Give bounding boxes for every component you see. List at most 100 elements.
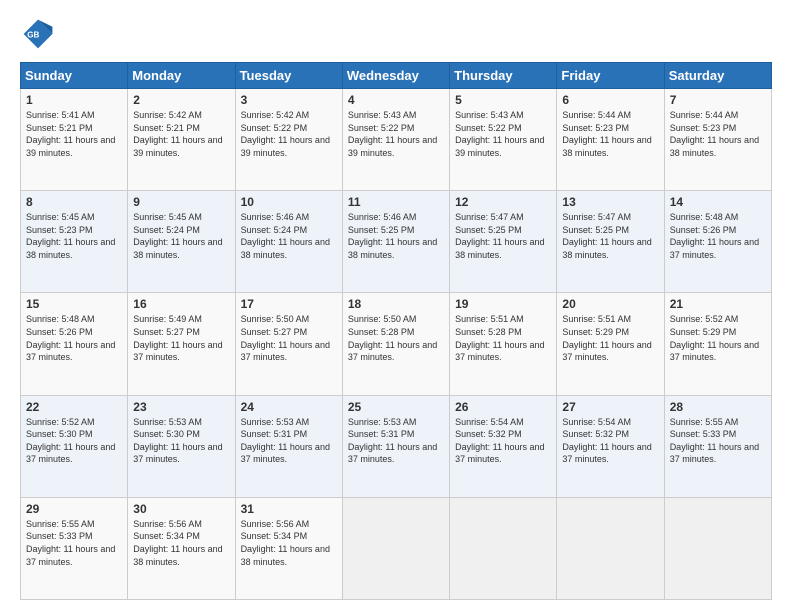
day-info: Sunrise: 5:54 AMSunset: 5:32 PMDaylight:…	[455, 417, 544, 465]
calendar-cell: 27 Sunrise: 5:54 AMSunset: 5:32 PMDayligh…	[557, 395, 664, 497]
calendar-cell: 8 Sunrise: 5:45 AMSunset: 5:23 PMDaylight…	[21, 191, 128, 293]
calendar-cell: 9 Sunrise: 5:45 AMSunset: 5:24 PMDaylight…	[128, 191, 235, 293]
day-number: 3	[241, 93, 337, 107]
day-info: Sunrise: 5:41 AMSunset: 5:21 PMDaylight:…	[26, 110, 115, 158]
day-number: 19	[455, 297, 551, 311]
logo-icon: GB	[20, 16, 56, 52]
day-number: 30	[133, 502, 229, 516]
day-number: 29	[26, 502, 122, 516]
day-info: Sunrise: 5:56 AMSunset: 5:34 PMDaylight:…	[241, 519, 330, 567]
calendar-week-row: 8 Sunrise: 5:45 AMSunset: 5:23 PMDaylight…	[21, 191, 772, 293]
day-number: 14	[670, 195, 766, 209]
calendar-header-wednesday: Wednesday	[342, 63, 449, 89]
day-number: 25	[348, 400, 444, 414]
calendar-cell: 4 Sunrise: 5:43 AMSunset: 5:22 PMDaylight…	[342, 89, 449, 191]
day-info: Sunrise: 5:51 AMSunset: 5:28 PMDaylight:…	[455, 314, 544, 362]
day-number: 27	[562, 400, 658, 414]
day-number: 21	[670, 297, 766, 311]
day-info: Sunrise: 5:42 AMSunset: 5:21 PMDaylight:…	[133, 110, 222, 158]
calendar-header-sunday: Sunday	[21, 63, 128, 89]
calendar-header-saturday: Saturday	[664, 63, 771, 89]
calendar-cell: 31 Sunrise: 5:56 AMSunset: 5:34 PMDayligh…	[235, 497, 342, 599]
day-info: Sunrise: 5:42 AMSunset: 5:22 PMDaylight:…	[241, 110, 330, 158]
day-info: Sunrise: 5:56 AMSunset: 5:34 PMDaylight:…	[133, 519, 222, 567]
calendar-cell	[557, 497, 664, 599]
day-info: Sunrise: 5:43 AMSunset: 5:22 PMDaylight:…	[455, 110, 544, 158]
day-number: 28	[670, 400, 766, 414]
day-info: Sunrise: 5:46 AMSunset: 5:24 PMDaylight:…	[241, 212, 330, 260]
calendar-cell: 29 Sunrise: 5:55 AMSunset: 5:33 PMDayligh…	[21, 497, 128, 599]
day-info: Sunrise: 5:45 AMSunset: 5:23 PMDaylight:…	[26, 212, 115, 260]
calendar-cell: 14 Sunrise: 5:48 AMSunset: 5:26 PMDayligh…	[664, 191, 771, 293]
day-info: Sunrise: 5:55 AMSunset: 5:33 PMDaylight:…	[670, 417, 759, 465]
day-info: Sunrise: 5:50 AMSunset: 5:27 PMDaylight:…	[241, 314, 330, 362]
calendar-week-row: 29 Sunrise: 5:55 AMSunset: 5:33 PMDayligh…	[21, 497, 772, 599]
day-number: 17	[241, 297, 337, 311]
calendar-cell: 28 Sunrise: 5:55 AMSunset: 5:33 PMDayligh…	[664, 395, 771, 497]
day-number: 22	[26, 400, 122, 414]
day-info: Sunrise: 5:46 AMSunset: 5:25 PMDaylight:…	[348, 212, 437, 260]
day-info: Sunrise: 5:47 AMSunset: 5:25 PMDaylight:…	[455, 212, 544, 260]
day-number: 10	[241, 195, 337, 209]
day-info: Sunrise: 5:55 AMSunset: 5:33 PMDaylight:…	[26, 519, 115, 567]
page: GB SundayMondayTuesdayWednesdayThursdayF…	[0, 0, 792, 612]
calendar-cell: 11 Sunrise: 5:46 AMSunset: 5:25 PMDayligh…	[342, 191, 449, 293]
svg-text:GB: GB	[27, 31, 39, 40]
calendar-cell: 23 Sunrise: 5:53 AMSunset: 5:30 PMDayligh…	[128, 395, 235, 497]
day-info: Sunrise: 5:45 AMSunset: 5:24 PMDaylight:…	[133, 212, 222, 260]
day-number: 18	[348, 297, 444, 311]
calendar-header-tuesday: Tuesday	[235, 63, 342, 89]
day-number: 12	[455, 195, 551, 209]
calendar-cell: 30 Sunrise: 5:56 AMSunset: 5:34 PMDayligh…	[128, 497, 235, 599]
day-info: Sunrise: 5:48 AMSunset: 5:26 PMDaylight:…	[670, 212, 759, 260]
calendar-cell: 20 Sunrise: 5:51 AMSunset: 5:29 PMDayligh…	[557, 293, 664, 395]
calendar-cell: 13Sunrise: 5:47 AMSunset: 5:25 PMDayligh…	[557, 191, 664, 293]
calendar-table: SundayMondayTuesdayWednesdayThursdayFrid…	[20, 62, 772, 600]
day-number: 7	[670, 93, 766, 107]
day-info: Sunrise: 5:53 AMSunset: 5:31 PMDaylight:…	[348, 417, 437, 465]
day-info: Sunrise: 5:53 AMSunset: 5:31 PMDaylight:…	[241, 417, 330, 465]
day-info: Sunrise: 5:49 AMSunset: 5:27 PMDaylight:…	[133, 314, 222, 362]
calendar-cell: 15Sunrise: 5:48 AMSunset: 5:26 PMDayligh…	[21, 293, 128, 395]
day-number: 23	[133, 400, 229, 414]
calendar-cell: 12 Sunrise: 5:47 AMSunset: 5:25 PMDayligh…	[450, 191, 557, 293]
calendar-cell	[450, 497, 557, 599]
day-info: Sunrise: 5:43 AMSunset: 5:22 PMDaylight:…	[348, 110, 437, 158]
calendar-header-row: SundayMondayTuesdayWednesdayThursdayFrid…	[21, 63, 772, 89]
calendar-cell: 17 Sunrise: 5:50 AMSunset: 5:27 PMDayligh…	[235, 293, 342, 395]
calendar-cell: 16 Sunrise: 5:49 AMSunset: 5:27 PMDayligh…	[128, 293, 235, 395]
calendar-cell: 18Sunrise: 5:50 AMSunset: 5:28 PMDayligh…	[342, 293, 449, 395]
calendar-cell: 24 Sunrise: 5:53 AMSunset: 5:31 PMDayligh…	[235, 395, 342, 497]
header: GB	[20, 16, 772, 52]
calendar-cell: 6Sunrise: 5:44 AMSunset: 5:23 PMDaylight…	[557, 89, 664, 191]
day-number: 16	[133, 297, 229, 311]
calendar-cell: 3 Sunrise: 5:42 AMSunset: 5:22 PMDaylight…	[235, 89, 342, 191]
day-number: 4	[348, 93, 444, 107]
calendar-cell: 2 Sunrise: 5:42 AMSunset: 5:21 PMDaylight…	[128, 89, 235, 191]
calendar-cell: 26 Sunrise: 5:54 AMSunset: 5:32 PMDayligh…	[450, 395, 557, 497]
day-info: Sunrise: 5:47 AMSunset: 5:25 PMDaylight:…	[562, 212, 651, 260]
day-number: 26	[455, 400, 551, 414]
day-info: Sunrise: 5:53 AMSunset: 5:30 PMDaylight:…	[133, 417, 222, 465]
day-number: 31	[241, 502, 337, 516]
day-info: Sunrise: 5:44 AMSunset: 5:23 PMDaylight:…	[562, 110, 651, 158]
day-info: Sunrise: 5:54 AMSunset: 5:32 PMDaylight:…	[562, 417, 651, 465]
logo: GB	[20, 16, 60, 52]
day-info: Sunrise: 5:48 AMSunset: 5:26 PMDaylight:…	[26, 314, 115, 362]
calendar-header-thursday: Thursday	[450, 63, 557, 89]
day-number: 11	[348, 195, 444, 209]
calendar-week-row: 15Sunrise: 5:48 AMSunset: 5:26 PMDayligh…	[21, 293, 772, 395]
day-number: 24	[241, 400, 337, 414]
day-number: 9	[133, 195, 229, 209]
calendar-cell: 10 Sunrise: 5:46 AMSunset: 5:24 PMDayligh…	[235, 191, 342, 293]
day-number: 20	[562, 297, 658, 311]
calendar-cell: 7Sunrise: 5:44 AMSunset: 5:23 PMDaylight…	[664, 89, 771, 191]
calendar-cell	[342, 497, 449, 599]
calendar-cell: 25 Sunrise: 5:53 AMSunset: 5:31 PMDayligh…	[342, 395, 449, 497]
calendar-cell	[664, 497, 771, 599]
calendar-header-friday: Friday	[557, 63, 664, 89]
day-number: 8	[26, 195, 122, 209]
day-number: 2	[133, 93, 229, 107]
day-info: Sunrise: 5:51 AMSunset: 5:29 PMDaylight:…	[562, 314, 651, 362]
calendar-cell: 1Sunrise: 5:41 AMSunset: 5:21 PMDaylight…	[21, 89, 128, 191]
